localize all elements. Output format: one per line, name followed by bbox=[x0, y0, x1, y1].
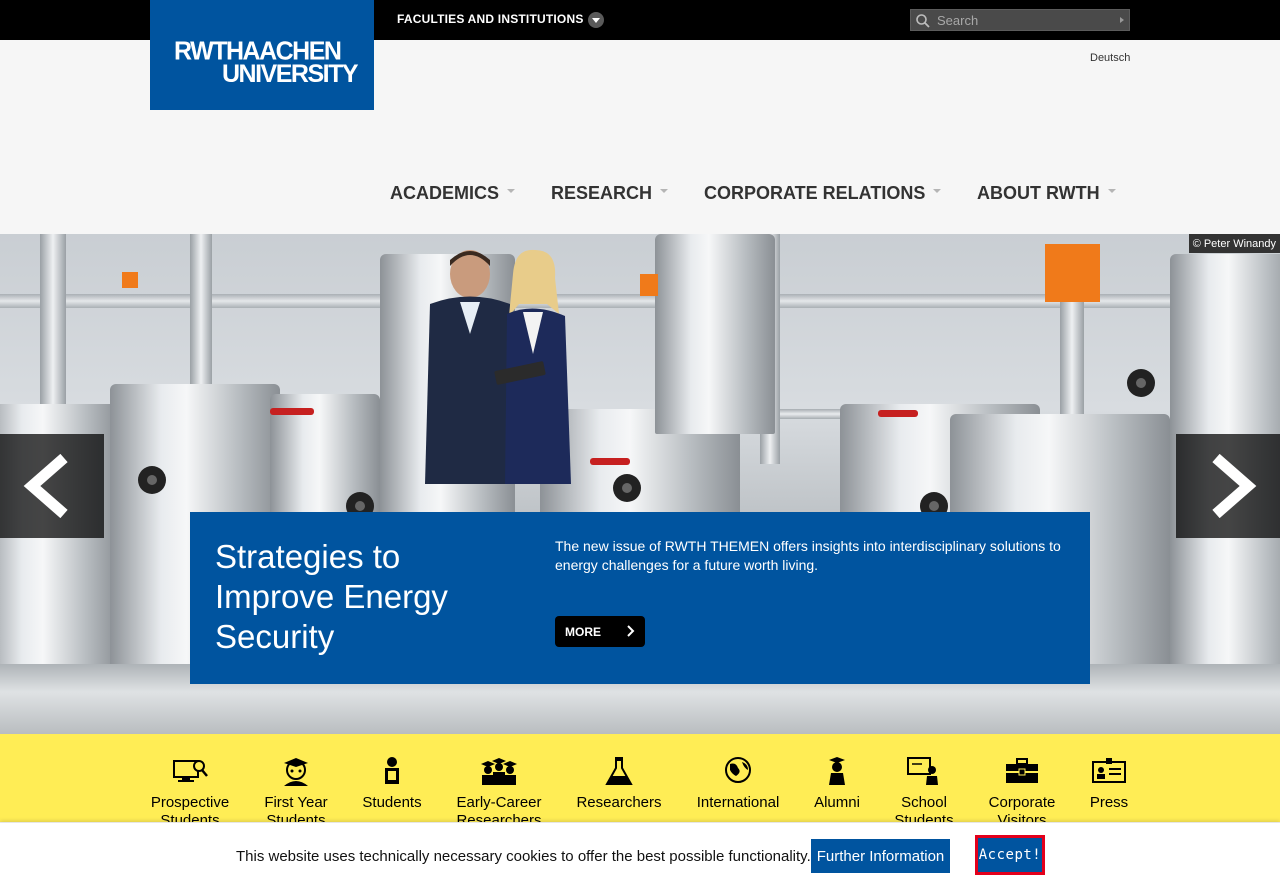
language-switch-link[interactable]: Deutsch bbox=[1090, 52, 1130, 64]
press-card-icon bbox=[1092, 758, 1126, 783]
student-book-icon bbox=[385, 757, 399, 784]
more-label: MORE bbox=[565, 625, 601, 639]
previous-slide-button[interactable] bbox=[0, 434, 104, 538]
audience-label: Researchers bbox=[576, 794, 662, 811]
chevron-right-icon bbox=[627, 625, 635, 637]
further-information-button[interactable]: Further Information bbox=[811, 839, 950, 873]
nav-corporate-relations[interactable]: CORPORATE RELATIONS bbox=[704, 183, 942, 204]
hero-slider: © Peter Winandy Strategies to Improve En… bbox=[0, 234, 1280, 734]
search-input[interactable] bbox=[937, 10, 1117, 30]
audience-label: Press bbox=[1089, 794, 1129, 811]
search-box bbox=[910, 9, 1130, 31]
group-graduates-icon bbox=[481, 758, 517, 785]
dropdown-arrow-icon bbox=[507, 189, 516, 194]
audience-label: Alumni bbox=[814, 794, 860, 811]
faculties-link[interactable]: FACULTIES AND INSTITUTIONS bbox=[397, 12, 584, 26]
chevron-right-icon bbox=[1212, 454, 1257, 518]
teaser-text: The new issue of RWTH THEMEN offers insi… bbox=[555, 538, 1061, 573]
nav-label: ACADEMICS bbox=[390, 183, 500, 203]
student-cap-icon bbox=[284, 758, 308, 786]
teaser-title[interactable]: Strategies to Improve Energy Security bbox=[215, 537, 515, 657]
nav-academics[interactable]: ACADEMICS bbox=[390, 183, 516, 204]
nav-research[interactable]: RESEARCH bbox=[551, 183, 669, 204]
graduate-icon bbox=[829, 757, 845, 785]
next-slide-button[interactable] bbox=[1176, 434, 1280, 538]
dropdown-arrow-icon bbox=[1107, 189, 1116, 194]
people-illustration bbox=[425, 249, 571, 484]
cookie-text: This website uses technically necessary … bbox=[236, 848, 811, 865]
logo-line-2: UNIVERSITY bbox=[222, 60, 359, 88]
search-submit-icon[interactable] bbox=[1120, 17, 1124, 23]
nav-label: CORPORATE RELATIONS bbox=[704, 183, 926, 203]
monitor-search-icon bbox=[173, 760, 208, 782]
school-board-icon bbox=[907, 757, 938, 785]
chevron-down-icon[interactable] bbox=[588, 12, 604, 28]
nav-label: RESEARCH bbox=[551, 183, 653, 203]
dropdown-arrow-icon bbox=[933, 189, 942, 194]
dropdown-arrow-icon bbox=[660, 189, 669, 194]
chevron-left-icon bbox=[23, 454, 68, 518]
globe-person-icon bbox=[725, 757, 751, 783]
audience-label: Students bbox=[362, 794, 422, 811]
briefcase-icon bbox=[1006, 758, 1038, 783]
rwth-logo[interactable]: RWTHAACHEN UNIVERSITY bbox=[150, 0, 374, 110]
search-icon bbox=[916, 14, 930, 28]
nav-label: ABOUT RWTH bbox=[977, 183, 1100, 203]
hero-teaser-box: Strategies to Improve Energy Security Th… bbox=[190, 512, 1090, 684]
main-navigation: ACADEMICS RESEARCH CORPORATE RELATIONS A… bbox=[0, 183, 1280, 207]
flask-icon bbox=[605, 757, 633, 785]
cookie-banner: This website uses technically necessary … bbox=[0, 822, 1280, 887]
accept-cookies-button[interactable]: Accept! bbox=[975, 835, 1045, 875]
photo-credit: © Peter Winandy bbox=[1188, 234, 1280, 253]
more-button[interactable]: MORE bbox=[555, 616, 645, 647]
audience-label: International bbox=[696, 794, 780, 811]
nav-about-rwth[interactable]: ABOUT RWTH bbox=[977, 183, 1116, 204]
